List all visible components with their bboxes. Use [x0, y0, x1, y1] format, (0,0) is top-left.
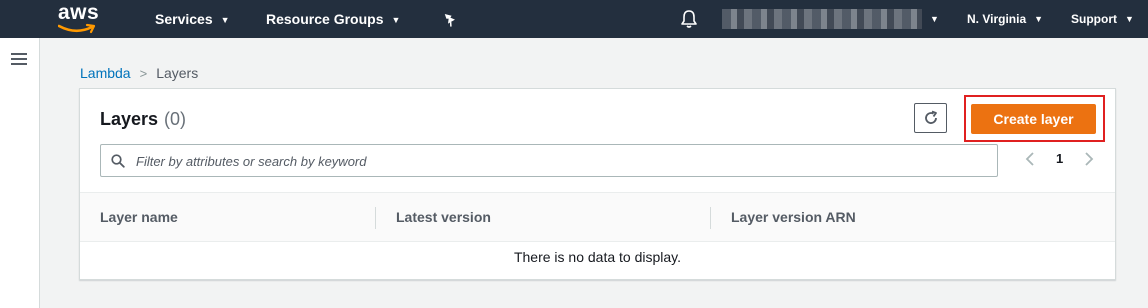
- panel-title: Layers (0): [100, 109, 186, 130]
- column-divider[interactable]: [710, 207, 711, 229]
- top-navigation-bar: aws Services ▼ Resource Groups ▼ ▼ N. Virg…: [0, 0, 1148, 38]
- region-menu[interactable]: N. Virginia ▼: [967, 0, 1043, 38]
- aws-logo-text: aws: [58, 1, 100, 24]
- create-layer-button[interactable]: Create layer: [971, 104, 1096, 134]
- chevron-down-icon: ▼: [1034, 14, 1044, 24]
- services-label: Services: [155, 11, 213, 27]
- chevron-down-icon: ▼: [220, 15, 230, 25]
- bell-icon[interactable]: [680, 9, 698, 29]
- search-input[interactable]: [136, 151, 986, 171]
- search-field[interactable]: [100, 144, 998, 177]
- table-header: Layer name Latest version Layer version …: [80, 192, 1115, 242]
- refresh-icon: [925, 110, 937, 124]
- account-menu-chevron[interactable]: ▼: [930, 0, 939, 38]
- services-menu[interactable]: Services ▼: [155, 0, 230, 38]
- hamburger-menu-icon[interactable]: [11, 53, 27, 66]
- breadcrumb-separator-icon: >: [139, 66, 148, 81]
- support-menu[interactable]: Support ▼: [1071, 0, 1134, 38]
- pin-icon[interactable]: [443, 11, 457, 27]
- breadcrumb-current: Layers: [156, 65, 199, 81]
- search-icon: [111, 154, 125, 168]
- layer-count: (0): [164, 109, 187, 129]
- aws-logo[interactable]: aws: [58, 1, 102, 36]
- resource-groups-label: Resource Groups: [266, 11, 384, 27]
- panel-title-text: Layers: [100, 109, 159, 129]
- empty-table-message: There is no data to display.: [513, 249, 682, 265]
- layers-panel: Layers(0) Create layer 1 Layer name Late…: [79, 88, 1116, 280]
- chevron-left-icon[interactable]: [1025, 151, 1035, 167]
- support-label: Support: [1071, 12, 1117, 26]
- column-header-layer-version-arn[interactable]: Layer version ARN: [731, 193, 856, 241]
- breadcrumb-lambda-link[interactable]: Lambda: [80, 65, 131, 81]
- refresh-button[interactable]: [914, 103, 947, 133]
- left-sidebar: [0, 38, 40, 308]
- column-header-latest-version[interactable]: Latest version: [396, 193, 491, 241]
- column-header-layer-name[interactable]: Layer name: [100, 193, 178, 241]
- breadcrumb: Lambda > Layers: [80, 65, 198, 81]
- chevron-right-icon[interactable]: [1084, 151, 1094, 167]
- resource-groups-menu[interactable]: Resource Groups ▼: [266, 0, 400, 38]
- region-label: N. Virginia: [967, 12, 1027, 26]
- chevron-down-icon: ▼: [930, 14, 939, 24]
- chevron-down-icon: ▼: [1125, 14, 1134, 24]
- aws-smile-icon: [58, 23, 96, 34]
- page-number[interactable]: 1: [1056, 151, 1063, 166]
- column-divider[interactable]: [375, 207, 376, 229]
- account-name-redacted[interactable]: [722, 9, 922, 29]
- chevron-down-icon: ▼: [391, 15, 401, 25]
